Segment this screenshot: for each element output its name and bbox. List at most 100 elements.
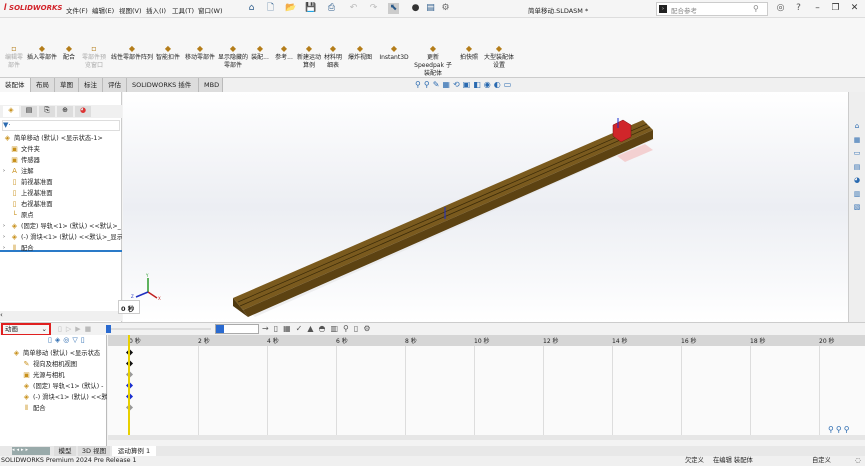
- expand-icon[interactable]: ›: [3, 232, 5, 243]
- search-icon[interactable]: ⚲: [753, 4, 759, 13]
- menu-item[interactable]: 插入(I): [146, 5, 166, 15]
- bottom-tab-0[interactable]: 模型: [54, 446, 76, 456]
- instant3d-button[interactable]: ◆ Instant3D: [379, 44, 409, 62]
- bom-button[interactable]: ◆ 材料明细表: [323, 44, 343, 70]
- account-icon[interactable]: ◎: [775, 3, 786, 14]
- tree-item[interactable]: › ◈ (固定) 导轨<1> (默认) <<默认>_: [0, 221, 122, 232]
- expand-icon[interactable]: ›: [3, 166, 5, 177]
- insert-component-button[interactable]: ◆ 插入零部件: [26, 44, 58, 62]
- motion-tool-icons[interactable]: →▯▦✓▲◓▥⚲▯⚙: [262, 324, 376, 333]
- task-pane-icons[interactable]: ⌂ ▦ ▭ ▤ ◕ ▥ ▧: [849, 92, 865, 215]
- tab-scroll-buttons[interactable]: ◂◂▸▸: [12, 447, 50, 455]
- playback-slider[interactable]: [111, 328, 211, 330]
- model-view[interactable]: Y X Z: [123, 92, 848, 322]
- file-properties-icon[interactable]: ▤: [425, 3, 436, 14]
- minimize-icon[interactable]: –: [812, 3, 823, 14]
- message-icon[interactable]: ◌: [855, 456, 861, 466]
- show-hidden-button[interactable]: ◆ 显示隐藏的零部件: [218, 44, 248, 70]
- move-component-button[interactable]: ◆ 移动零部件: [183, 44, 217, 62]
- dimxpert-tab-icon[interactable]: ⊕: [57, 106, 73, 117]
- print-icon[interactable]: ⎙: [326, 3, 337, 14]
- motion-tree-item[interactable]: ⫴ 配合: [0, 403, 107, 414]
- open-icon[interactable]: 📂: [285, 3, 296, 14]
- heads-up-view-toolbar[interactable]: ⚲⚲✎▦⟲▣◧◉◐▭: [415, 80, 514, 89]
- solidworks-logo: ꟾ SOLIDWORKS: [4, 4, 63, 12]
- speedpak-button[interactable]: ◆ 更新 Speedpak 子装配体: [412, 44, 454, 78]
- playback-speed-select[interactable]: [215, 324, 259, 334]
- redo-icon[interactable]: ↷: [368, 3, 379, 14]
- save-icon[interactable]: 💾: [305, 3, 316, 14]
- help-icon[interactable]: ?: [793, 3, 804, 14]
- select-icon[interactable]: ⬉: [388, 3, 399, 14]
- mate-button[interactable]: ◆ 配合: [60, 44, 78, 62]
- feature-manager-tab-icon[interactable]: ◈: [3, 106, 19, 117]
- tree-item[interactable]: └ 原点: [0, 210, 122, 221]
- tab-5[interactable]: SOLIDWORKS 插件: [127, 78, 199, 92]
- rebuild-icon[interactable]: ●: [410, 3, 421, 14]
- document-title: 简单移动.SLDASM *: [528, 7, 589, 15]
- timeline-scrollbar[interactable]: [108, 435, 865, 440]
- property-manager-tab-icon[interactable]: ▤: [21, 106, 37, 117]
- new-motion-study-button[interactable]: ◆ 新建运动算例: [297, 44, 321, 70]
- tab-0[interactable]: 装配体: [0, 78, 31, 92]
- timeline-ruler[interactable]: 0 秒 2 秒 4 秒 6 秒 8 秒 10 秒 12 秒 14 秒 16 秒 18 秒 20 秒: [108, 335, 865, 346]
- configuration-manager-tab-icon[interactable]: ⎘: [39, 106, 55, 117]
- menu-item[interactable]: 文件(F): [66, 5, 88, 15]
- bottom-tab-2[interactable]: 运动算例 1: [112, 446, 156, 456]
- snapshot-button[interactable]: ◆ 拍快照: [457, 44, 481, 62]
- timeline-zoom-icons[interactable]: ⚲⚲⚲: [828, 425, 852, 434]
- motion-tree-item[interactable]: ◈ 简单移动 (默认) <显示状态: [0, 348, 107, 359]
- motion-tree-item[interactable]: ◈ (-) 滑块<1> (默认) <<默: [0, 392, 107, 403]
- tab-3[interactable]: 标注: [79, 78, 103, 92]
- tab-6[interactable]: MBD: [199, 78, 223, 92]
- menu-item[interactable]: 窗口(W): [198, 5, 223, 15]
- timeline-tick-label: 2 秒: [198, 338, 210, 345]
- undo-icon[interactable]: ↶: [348, 3, 359, 14]
- tab-1[interactable]: 布局: [31, 78, 55, 92]
- exploded-view-button[interactable]: ◆ 爆炸视图: [345, 44, 375, 62]
- edit-component-button[interactable]: ▫ 编辑零部件: [3, 44, 25, 70]
- large-assembly-button[interactable]: ◆ 大型装配体设置: [484, 44, 514, 70]
- tree-item[interactable]: ▣ 文件夹: [0, 144, 122, 155]
- smart-fastener-button[interactable]: ◆ 智能扣件: [156, 44, 180, 62]
- tree-item[interactable]: ▣ 传感器: [0, 155, 122, 166]
- expand-icon[interactable]: ›: [3, 243, 5, 254]
- tree-item[interactable]: ▯ 前视基准面: [0, 177, 122, 188]
- tree-item[interactable]: › ⫴ 配合: [0, 243, 122, 254]
- tree-scrollbar[interactable]: ‹: [0, 311, 122, 321]
- menu-item[interactable]: 编辑(E): [92, 5, 114, 15]
- motion-tree-item[interactable]: ◈ (固定) 导轨<1> (默认) -: [0, 381, 107, 392]
- menu-item[interactable]: 视图(V): [119, 5, 142, 15]
- reference-geometry-button[interactable]: ◆ 参考...: [274, 44, 294, 62]
- tree-item[interactable]: ◈ 简单移动 (默认) <显示状态-1>: [0, 133, 122, 144]
- tab-4[interactable]: 评估: [103, 78, 127, 92]
- time-bar[interactable]: [128, 335, 130, 440]
- tree-item[interactable]: › ◈ (-) 滑块<1> (默认) <<默认>_显示: [0, 232, 122, 243]
- menu-item[interactable]: 工具(T): [172, 5, 194, 15]
- time-tooltip: 0 秒: [118, 300, 140, 314]
- preview-window-button[interactable]: ▫ 零部件预览窗口: [80, 44, 108, 70]
- graphics-area[interactable]: Y X Z 0 秒: [118, 92, 848, 322]
- tab-2[interactable]: 草图: [55, 78, 79, 92]
- assembly-feature-button[interactable]: ◆ 装配...: [250, 44, 270, 62]
- search-input[interactable]: › 配合参考 ⚲: [656, 2, 768, 16]
- filter-input[interactable]: ▼·: [2, 120, 120, 131]
- close-icon[interactable]: ✕: [849, 3, 860, 14]
- home-icon[interactable]: ⌂: [246, 3, 257, 14]
- tree-item[interactable]: › A 注解: [0, 166, 122, 177]
- motion-tree-filter-icons[interactable]: ▯◈◎▽▯: [48, 336, 88, 344]
- display-manager-tab-icon[interactable]: ◕: [75, 106, 91, 117]
- motion-tree-item[interactable]: ▣ 光源与相机: [0, 370, 107, 381]
- motion-tree-item[interactable]: ✎ 视向及相机视图: [0, 359, 107, 370]
- timeline[interactable]: 0 秒2 秒4 秒6 秒8 秒 10 秒 12 秒 14 秒 16 秒 18 秒 20 秒 …: [108, 335, 865, 440]
- tree-item[interactable]: ▯ 右视基准面: [0, 199, 122, 210]
- bottom-tab-1[interactable]: 3D 视图: [78, 446, 110, 456]
- tree-item[interactable]: ▯ 上视基准面: [0, 188, 122, 199]
- expand-icon[interactable]: ›: [3, 221, 5, 232]
- options-icon[interactable]: ⚙: [440, 3, 451, 14]
- linear-pattern-button[interactable]: ◆ 线性零部件阵列: [110, 44, 154, 62]
- units-select[interactable]: 自定义: [812, 456, 831, 466]
- restore-icon[interactable]: ❐: [830, 3, 841, 14]
- playback-controls[interactable]: ▯▷▶■: [58, 325, 95, 333]
- new-icon[interactable]: 🗋: [265, 3, 276, 14]
